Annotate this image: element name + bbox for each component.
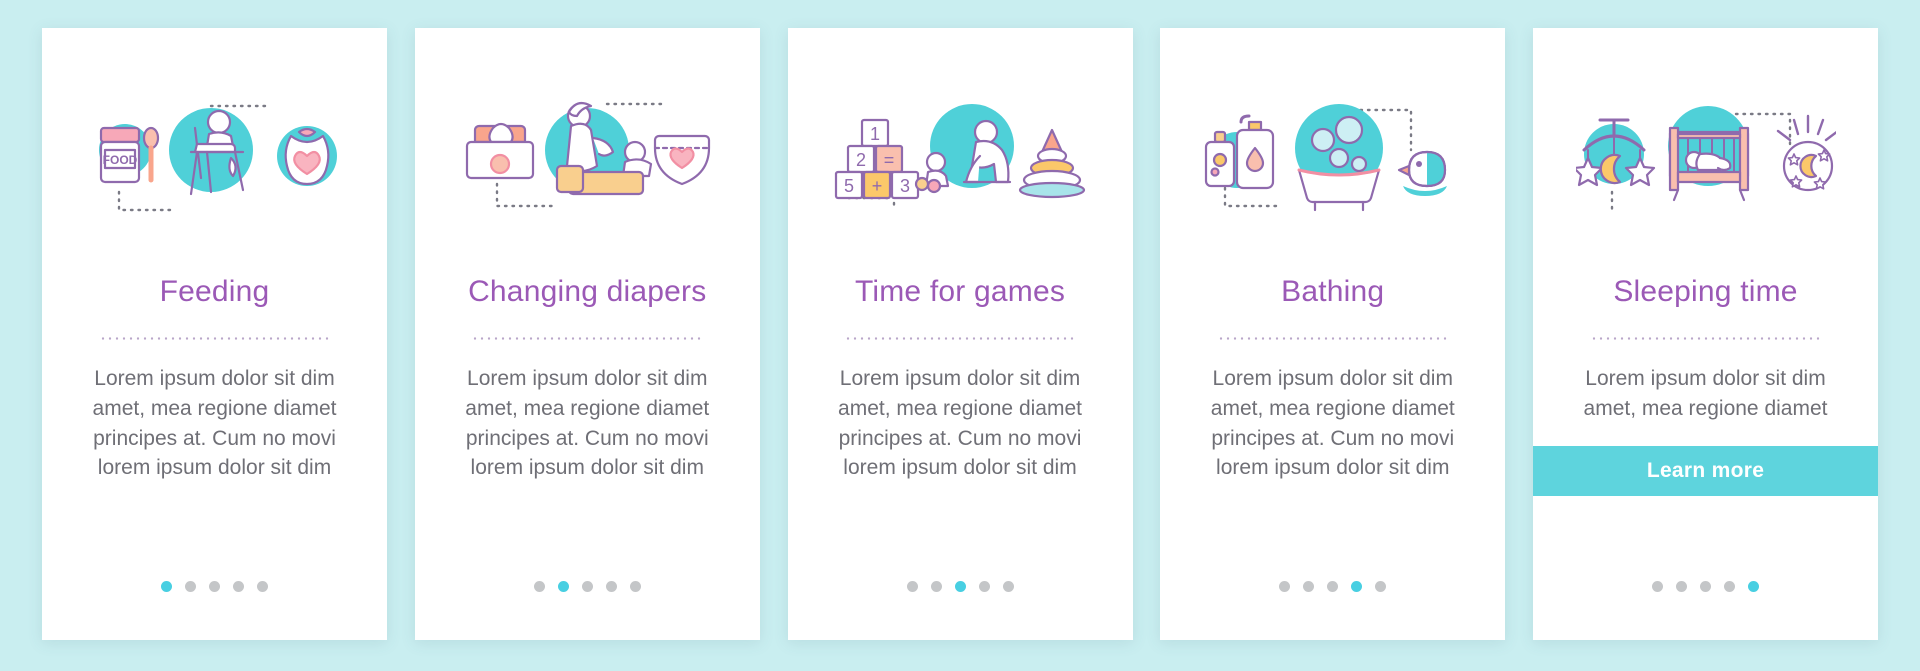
pagination-dot[interactable] [581,581,593,592]
learn-more-button[interactable]: Learn more [1533,445,1878,496]
dotted-divider [99,337,330,340]
pagination-dots[interactable] [788,581,1133,592]
pagination-dots[interactable] [415,581,760,592]
pagination-dot[interactable] [1748,581,1759,592]
card-body-text: Lorem ipsum dolor sit dim amet, mea regi… [1583,367,1828,420]
bathing-illustration [1160,28,1505,263]
svg-text:3: 3 [900,176,910,196]
onboarding-card-changing-diapers[interactable]: Changing diapers Lorem ipsum dolor sit d… [414,28,760,640]
pagination-dot[interactable] [161,581,172,592]
onboarding-card-feeding[interactable]: FOOD Feeding Lorem ipsum dolor sit dim a… [42,28,387,640]
onboarding-screens-container: FOOD Feeding Lorem ipsum dolor sit dim a… [0,0,1920,671]
svg-text:FOOD: FOOD [102,153,137,167]
pagination-dot[interactable] [1724,581,1735,592]
onboarding-card-bathing[interactable]: Bathing Lorem ipsum dolor sit dim amet, … [1160,28,1506,640]
pagination-dot[interactable] [557,581,569,592]
pagination-dot[interactable] [906,581,918,592]
svg-text:1: 1 [870,124,880,144]
sleeping-time-illustration [1533,28,1878,263]
pagination-dot[interactable] [629,581,641,592]
pagination-dot[interactable] [533,581,545,592]
pagination-dot[interactable] [233,581,244,592]
pagination-dots[interactable] [1160,581,1505,592]
pagination-dot[interactable] [209,581,220,592]
pagination-dot[interactable] [1700,581,1711,592]
dotted-divider [1590,337,1821,340]
time-for-games-illustration: 1 2 = 5 + 3 [788,28,1133,263]
svg-text:=: = [884,150,895,170]
card-body-text: Lorem ipsum dolor sit dim amet, mea regi… [465,367,710,480]
card-body-text: Lorem ipsum dolor sit dim amet, mea regi… [838,367,1082,480]
card-title: Sleeping time [1613,275,1798,308]
card-title: Feeding [159,275,270,308]
pagination-dot[interactable] [1327,581,1339,592]
pagination-dot[interactable] [1303,581,1315,592]
pagination-dot[interactable] [605,581,617,592]
dotted-divider [1217,337,1448,340]
card-body-text: Lorem ipsum dolor sit dim amet, mea regi… [1210,367,1455,480]
card-title: Bathing [1281,275,1385,308]
svg-text:5: 5 [844,176,854,196]
dotted-divider [472,337,703,340]
dotted-divider [845,337,1075,340]
pagination-dot[interactable] [1375,581,1387,592]
pagination-dot[interactable] [1676,581,1687,592]
card-title: Time for games [854,275,1066,308]
svg-text:2: 2 [856,150,866,170]
changing-diapers-illustration [415,28,760,263]
pagination-dots[interactable] [1533,581,1878,592]
card-body-text: Lorem ipsum dolor sit dim amet, mea regi… [92,367,337,480]
onboarding-card-time-for-games[interactable]: 1 2 = 5 + 3 Time for games Lorem ipsum d… [787,28,1133,640]
pagination-dot[interactable] [257,581,268,592]
pagination-dot[interactable] [930,581,942,592]
pagination-dot[interactable] [954,581,966,592]
pagination-dot[interactable] [1002,581,1014,592]
pagination-dot[interactable] [1351,581,1363,592]
card-title: Changing diapers [468,275,707,308]
pagination-dot[interactable] [1279,581,1291,592]
pagination-dot[interactable] [1652,581,1663,592]
onboarding-card-sleeping-time[interactable]: Sleeping time Lorem ipsum dolor sit dim … [1533,28,1878,640]
svg-text:+: + [872,176,883,196]
pagination-dot[interactable] [185,581,196,592]
pagination-dot[interactable] [978,581,990,592]
pagination-dots[interactable] [42,581,387,592]
feeding-illustration: FOOD [42,28,387,263]
